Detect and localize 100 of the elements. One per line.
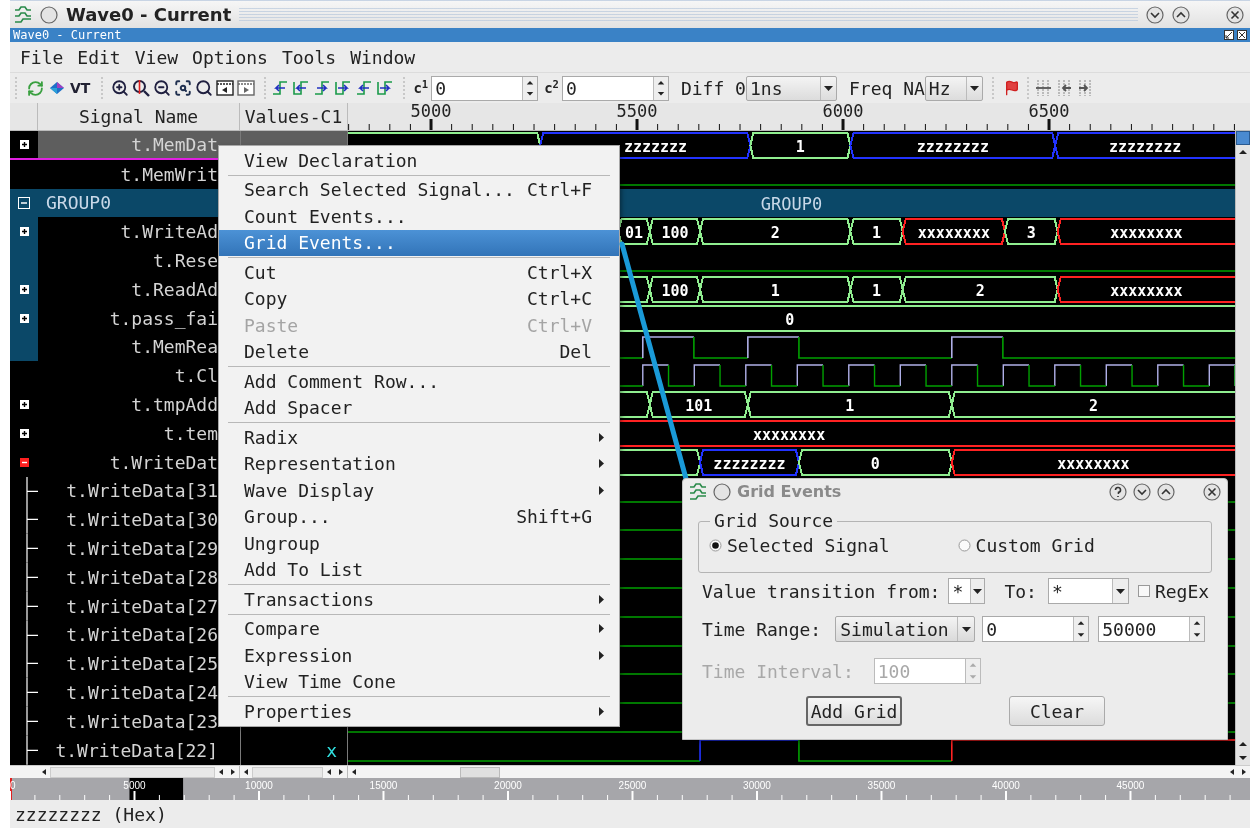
refresh-icon[interactable] bbox=[27, 79, 44, 97]
maximize-icon[interactable] bbox=[1157, 483, 1175, 501]
help-icon[interactable] bbox=[1109, 483, 1127, 501]
close-icon[interactable] bbox=[1237, 30, 1247, 40]
menu-option[interactable]: View Time Cone bbox=[219, 668, 619, 695]
toolbar-grip[interactable] bbox=[990, 76, 996, 100]
checkbox[interactable] bbox=[1137, 585, 1150, 597]
step-arrow-icon[interactable] bbox=[271, 79, 290, 97]
group-title: Grid Source bbox=[713, 511, 835, 531]
spin-box[interactable]: 0 bbox=[431, 75, 539, 101]
menu-option[interactable]: Wave Display bbox=[219, 477, 619, 504]
magnifier-icon[interactable] bbox=[132, 79, 151, 97]
menu-option[interactable]: Radix bbox=[219, 424, 619, 451]
column-header[interactable]: Signal Name bbox=[38, 103, 240, 130]
menu-item[interactable]: Window bbox=[350, 43, 416, 71]
expand-icon[interactable] bbox=[19, 227, 29, 237]
expand-icon[interactable] bbox=[19, 428, 29, 438]
menu-item[interactable]: Options bbox=[192, 43, 268, 71]
zoom-in-icon[interactable] bbox=[111, 79, 130, 97]
radio-label[interactable]: Selected Signal bbox=[727, 531, 890, 559]
flag-icon[interactable] bbox=[1003, 80, 1020, 96]
menu-option[interactable]: Transactions bbox=[219, 586, 619, 613]
menu-option[interactable]: Ungroup bbox=[219, 530, 619, 557]
scrollbar-thumb[interactable] bbox=[1236, 131, 1250, 145]
menu-option[interactable]: Copy Ctrl+C bbox=[219, 285, 619, 312]
tree-line bbox=[26, 562, 38, 592]
menu-option[interactable]: Grid Events... bbox=[219, 229, 619, 256]
field-label: Time Range: bbox=[702, 617, 822, 642]
range-dropdown[interactable]: Simulation bbox=[835, 616, 976, 642]
menu-option[interactable]: Group... Shift+G bbox=[219, 503, 619, 530]
window-menu-icon[interactable] bbox=[713, 483, 731, 501]
toolbar-grip[interactable] bbox=[1025, 76, 1031, 100]
menu-item[interactable]: Edit bbox=[77, 43, 121, 71]
zoom-out-icon[interactable] bbox=[153, 79, 172, 97]
menu-option[interactable]: Properties bbox=[219, 698, 619, 725]
dialog-button[interactable]: Clear bbox=[1009, 696, 1105, 726]
step-arrow-icon[interactable] bbox=[334, 79, 353, 97]
grid-add-icon[interactable] bbox=[1034, 79, 1052, 97]
menu-option[interactable]: Delete Del bbox=[219, 338, 619, 365]
menu-option[interactable]: Cut Ctrl+X bbox=[219, 259, 619, 286]
spin-box[interactable]: 0 bbox=[561, 75, 669, 101]
maximize-icon[interactable] bbox=[1172, 5, 1190, 24]
expand-icon[interactable] bbox=[19, 313, 29, 323]
step-arrow-icon[interactable] bbox=[355, 79, 374, 97]
combo-box[interactable]: * bbox=[948, 578, 986, 604]
collapse-icon[interactable] bbox=[18, 197, 30, 209]
checkbox-label[interactable]: RegEx bbox=[1154, 577, 1210, 605]
submenu-arrow-icon bbox=[599, 432, 604, 442]
radio-button[interactable] bbox=[957, 538, 971, 552]
menu-option[interactable]: Add Comment Row... bbox=[219, 368, 619, 395]
signal-name[interactable]: t.MemDat bbox=[38, 131, 240, 160]
menu-option[interactable]: Compare bbox=[219, 615, 619, 642]
frame-left-icon[interactable] bbox=[216, 80, 235, 96]
toolbar-grip[interactable] bbox=[100, 76, 106, 100]
time-tick-label: 5500 bbox=[616, 103, 658, 120]
scrollbar-thumb[interactable] bbox=[460, 766, 500, 778]
bus-value: xxxxxxxx bbox=[1057, 454, 1130, 473]
step-arrow-icon[interactable] bbox=[313, 79, 332, 97]
minimize-icon[interactable] bbox=[1133, 483, 1151, 501]
dialog-button[interactable]: Add Grid bbox=[806, 696, 902, 726]
zoom-range-icon[interactable] bbox=[195, 79, 214, 97]
bus-value: 2 bbox=[770, 223, 780, 242]
combo-box[interactable]: * bbox=[1047, 578, 1129, 604]
collapse-icon[interactable] bbox=[19, 457, 29, 467]
menu-item[interactable]: Tools bbox=[281, 43, 337, 71]
bus-value: 2 bbox=[975, 281, 985, 300]
grid-right-icon[interactable] bbox=[1076, 79, 1094, 97]
toolbar-grip[interactable] bbox=[14, 76, 19, 100]
minimize-icon[interactable] bbox=[1146, 5, 1164, 24]
column-header[interactable]: Values-C1 bbox=[240, 103, 348, 130]
frame-right-icon[interactable] bbox=[237, 80, 256, 96]
menu-option[interactable]: Expression bbox=[219, 642, 619, 669]
grid-left-icon[interactable] bbox=[1055, 79, 1073, 97]
menu-option[interactable]: Add To List bbox=[219, 556, 619, 583]
close-icon[interactable] bbox=[1203, 483, 1221, 501]
toolbar-grip[interactable] bbox=[402, 76, 408, 100]
spin-box[interactable]: 0 bbox=[982, 616, 1090, 642]
menu-item[interactable]: View bbox=[134, 43, 179, 71]
radio-button[interactable] bbox=[709, 538, 722, 552]
step-arrow-icon[interactable] bbox=[376, 79, 395, 97]
unit-dropdown[interactable]: 1ns bbox=[745, 75, 837, 101]
shapes-icon[interactable] bbox=[48, 79, 66, 97]
menu-item[interactable]: File bbox=[20, 43, 64, 71]
signal-name[interactable]: t.WriteData[22] bbox=[38, 735, 240, 765]
step-arrow-icon[interactable] bbox=[292, 79, 311, 97]
window-menu-icon[interactable] bbox=[40, 5, 58, 24]
close-icon[interactable] bbox=[1226, 5, 1244, 24]
unit-dropdown[interactable]: Hz bbox=[924, 75, 983, 101]
expand-icon[interactable] bbox=[19, 284, 29, 294]
undock-icon[interactable] bbox=[1224, 30, 1234, 40]
expand-icon[interactable] bbox=[19, 400, 29, 410]
toolbar-grip[interactable] bbox=[263, 76, 269, 100]
vt-label[interactable]: VT bbox=[70, 77, 91, 99]
vertical-scrollbar[interactable] bbox=[1235, 131, 1250, 765]
zoom-fit-icon[interactable] bbox=[174, 79, 193, 97]
radio-label[interactable]: Custom Grid bbox=[975, 531, 1095, 559]
menu-option[interactable]: Representation bbox=[219, 450, 619, 477]
expand-icon[interactable] bbox=[19, 139, 29, 149]
spin-box[interactable]: 50000 bbox=[1098, 616, 1206, 642]
menu-option[interactable]: Add Spacer bbox=[219, 394, 619, 421]
